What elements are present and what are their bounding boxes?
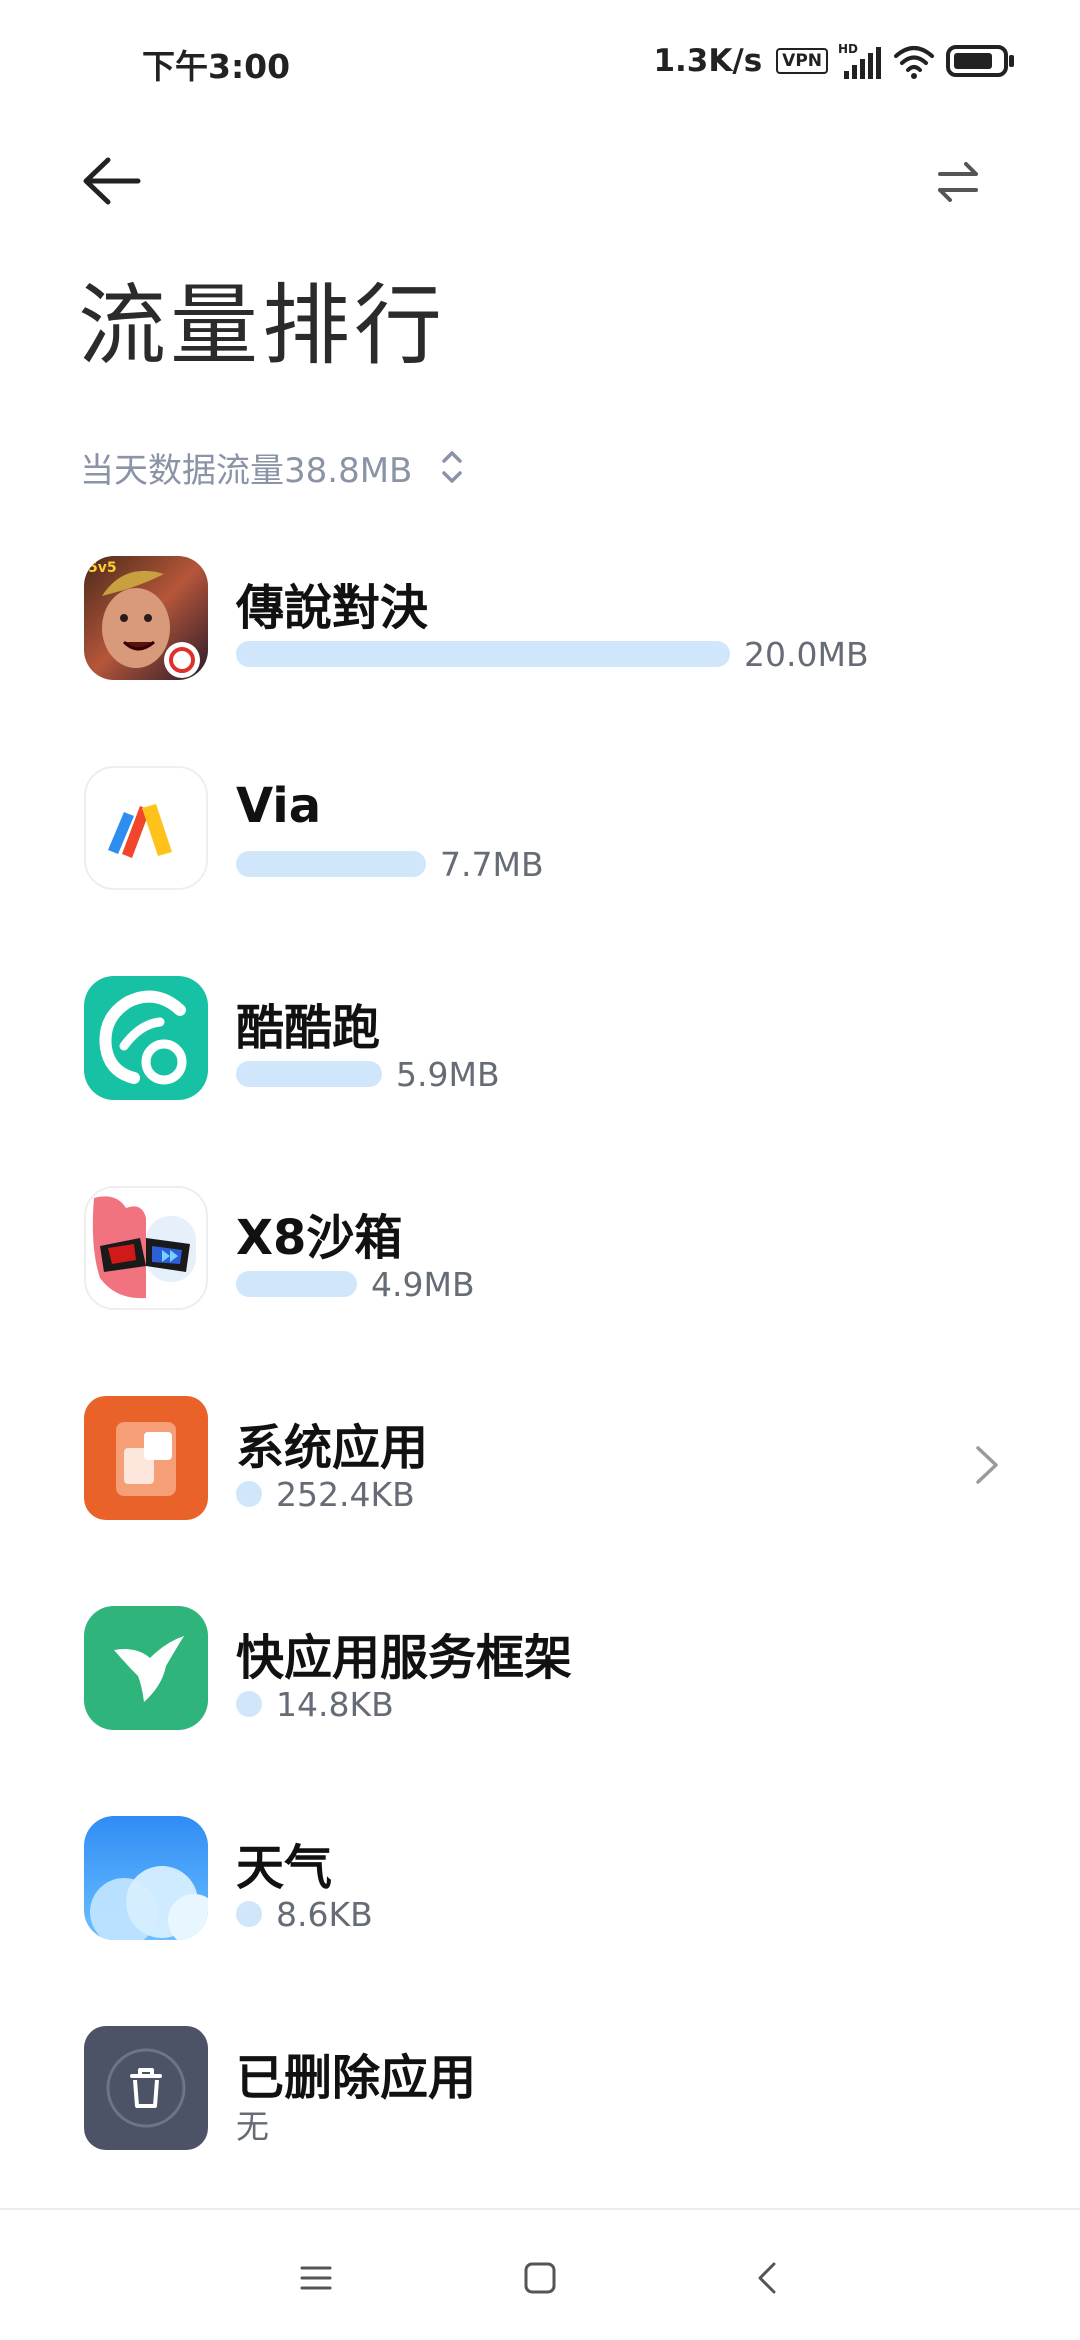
- vpn-badge: VPN: [776, 48, 828, 74]
- app-name: 傳說對決: [236, 580, 429, 636]
- kukupao-icon: [84, 976, 208, 1100]
- quick-app-hummingbird-icon: [84, 1606, 208, 1730]
- usage-bar: [236, 1271, 357, 1297]
- home-square-icon: [524, 2262, 556, 2294]
- app-name: 系统应用: [236, 1420, 429, 1476]
- usage-value: 5.9MB: [396, 1054, 500, 1094]
- usage-value: 4.9MB: [371, 1264, 475, 1304]
- menu-button[interactable]: [286, 2248, 346, 2308]
- svg-text:5v5: 5v5: [88, 560, 117, 576]
- back-arrow-icon: [83, 157, 141, 205]
- battery-icon: [946, 43, 1016, 79]
- back-button[interactable]: [76, 146, 156, 216]
- period-label: 当天数据流量38.8MB: [80, 450, 413, 491]
- status-time: 下午3:00: [142, 47, 291, 86]
- trash-icon: [84, 2026, 208, 2150]
- usage-bar: [236, 1481, 262, 1507]
- usage-bar: [236, 641, 730, 667]
- app-row-quick-app[interactable]: 快应用服务框架 14.8KB: [0, 1570, 1080, 1780]
- status-bar: 下午3:00 1.3K/s VPN HD: [0, 0, 1080, 124]
- home-button[interactable]: [510, 2248, 570, 2308]
- app-name: Via: [236, 778, 322, 834]
- usage: 7.7MB: [236, 844, 544, 884]
- via-browser-icon: [84, 766, 208, 890]
- x8-sandbox-icon: [84, 1186, 208, 1310]
- chevron-right-icon: [976, 1446, 998, 1484]
- app-name: 快应用服务框架: [236, 1630, 573, 1686]
- app-row-weather[interactable]: 天气 8.6KB: [0, 1780, 1080, 1990]
- app-row-via[interactable]: Via 7.7MB: [0, 730, 1080, 940]
- usage-bar: [236, 1691, 262, 1717]
- app-row-system-apps[interactable]: 系统应用 252.4KB: [0, 1360, 1080, 1570]
- usage: 4.9MB: [236, 1264, 475, 1304]
- app-row-x8[interactable]: X8沙箱 4.9MB: [0, 1150, 1080, 1360]
- app-row-kukupao[interactable]: 酷酷跑 5.9MB: [0, 940, 1080, 1150]
- back-chevron-icon: [758, 2262, 776, 2294]
- app-name: 天气: [236, 1840, 333, 1896]
- usage-value: 无: [236, 2107, 269, 2146]
- usage-value: 20.0MB: [744, 634, 869, 674]
- usage: 14.8KB: [236, 1684, 394, 1724]
- app-name: X8沙箱: [236, 1210, 403, 1266]
- system-apps-icon: [84, 1396, 208, 1520]
- app-row-deleted-apps[interactable]: 已删除应用 无: [0, 1990, 1080, 2200]
- up-down-chevron-icon: [442, 451, 463, 483]
- hd-label: HD: [838, 42, 858, 56]
- app-row-aov[interactable]: 5v5 傳說對決 20.0MB: [0, 520, 1080, 730]
- menu-lines-icon: [300, 2266, 332, 2290]
- swap-sim-button[interactable]: [920, 150, 992, 214]
- page-title: 流量排行: [78, 274, 447, 377]
- status-icons: 1.3K/s VPN HD: [653, 38, 1016, 84]
- swap-arrows-icon: [938, 162, 978, 202]
- game-hero-icon: 5v5: [84, 556, 208, 680]
- usage-bar: [236, 1901, 262, 1927]
- usage-value: 7.7MB: [440, 844, 544, 884]
- usage: 20.0MB: [236, 634, 869, 674]
- weather-cloud-icon: [84, 1816, 208, 1940]
- app-name: 已删除应用: [236, 2050, 477, 2106]
- usage: 5.9MB: [236, 1054, 500, 1094]
- usage-value: 14.8KB: [276, 1684, 394, 1724]
- nav-back-button[interactable]: [738, 2248, 798, 2308]
- signal-icon: HD: [838, 41, 882, 81]
- usage-bar: [236, 1061, 382, 1087]
- wifi-icon: [892, 41, 936, 81]
- usage: 8.6KB: [236, 1894, 373, 1934]
- app-name: 酷酷跑: [236, 1000, 381, 1056]
- usage: 252.4KB: [236, 1474, 415, 1514]
- usage: 无: [236, 2104, 269, 2146]
- navigation-bar: [0, 2210, 1080, 2340]
- usage-bar: [236, 851, 426, 877]
- usage-value: 252.4KB: [276, 1474, 415, 1514]
- usage-value: 8.6KB: [276, 1894, 373, 1934]
- period-selector[interactable]: 当天数据流量38.8MB: [80, 442, 464, 492]
- network-speed: 1.3K/s: [653, 43, 763, 79]
